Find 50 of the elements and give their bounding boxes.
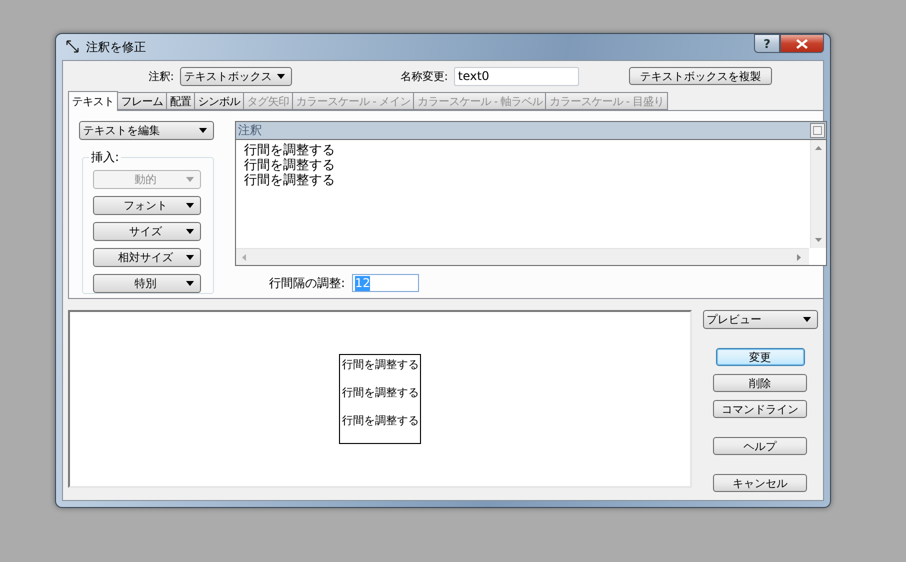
caret-icon [186, 255, 194, 260]
editor-line: 行間を調整する [244, 158, 336, 173]
view-mode-dropdown[interactable]: プレビュー [702, 310, 818, 329]
editor-line: 行間を調整する [244, 143, 336, 158]
caret-icon [199, 128, 207, 133]
vertical-scrollbar[interactable] [810, 140, 826, 248]
caret-icon [277, 74, 285, 78]
line-spacing-label: 行間隔の調整: [269, 274, 346, 292]
scroll-down-icon[interactable] [815, 236, 822, 243]
edit-mode-dropdown[interactable]: テキストを編集 [79, 121, 214, 140]
caret-icon [186, 229, 194, 234]
caret-icon [186, 281, 194, 286]
horizontal-scrollbar[interactable] [236, 248, 809, 265]
insert-dropdown[interactable]: フォント [93, 196, 201, 215]
insert-dropdown[interactable]: サイズ [93, 222, 201, 241]
scroll-left-icon[interactable] [241, 254, 248, 260]
caret-icon [186, 203, 194, 208]
action-button[interactable]: 変更 [716, 348, 804, 366]
insert-dropdown[interactable]: 特別 [93, 274, 201, 293]
action-button[interactable]: コマンドライン [713, 400, 807, 418]
preview-line: 行間を調整する [342, 413, 420, 428]
annotation-label: 注釈: [147, 68, 175, 84]
insert-legend: 挿入: [89, 149, 122, 166]
text-editor[interactable]: 注釈 行間を調整する 行間を調整する 行間を調整する [235, 121, 827, 266]
editor-header: 注釈 [238, 122, 262, 139]
action-button[interactable]: 削除 [713, 374, 807, 392]
preview-line: 行間を調整する [342, 385, 420, 400]
insert-dropdown[interactable]: 相対サイズ [93, 248, 201, 267]
close-icon [796, 38, 808, 48]
action-button[interactable]: ヘルプ [713, 437, 807, 455]
preview-line: 行間を調整する [342, 357, 420, 372]
caret-icon [186, 177, 194, 182]
tab[interactable]: テキスト [68, 91, 118, 111]
scroll-right-icon[interactable] [795, 254, 802, 260]
help-button[interactable]: ? [754, 34, 780, 53]
maximize-button[interactable] [810, 123, 825, 138]
tab[interactable]: シンボル [194, 92, 244, 110]
tab[interactable]: フレーム [117, 92, 167, 110]
rename-label: 名称変更: [399, 68, 449, 84]
annotation-dropdown[interactable]: テキストボックス [180, 66, 292, 86]
editor-line: 行間を調整する [244, 173, 336, 188]
window-title: 注釈を修正 [86, 38, 146, 56]
close-button[interactable] [780, 34, 824, 53]
diagonal-arrow-icon [66, 40, 80, 54]
tab[interactable]: 配置 [166, 92, 195, 110]
duplicate-button[interactable]: テキストボックスを複製 [629, 67, 772, 85]
action-button[interactable]: キャンセル [713, 474, 807, 492]
rename-field[interactable]: text0 [454, 66, 579, 86]
scroll-up-icon[interactable] [815, 145, 822, 152]
caret-icon [802, 317, 810, 322]
